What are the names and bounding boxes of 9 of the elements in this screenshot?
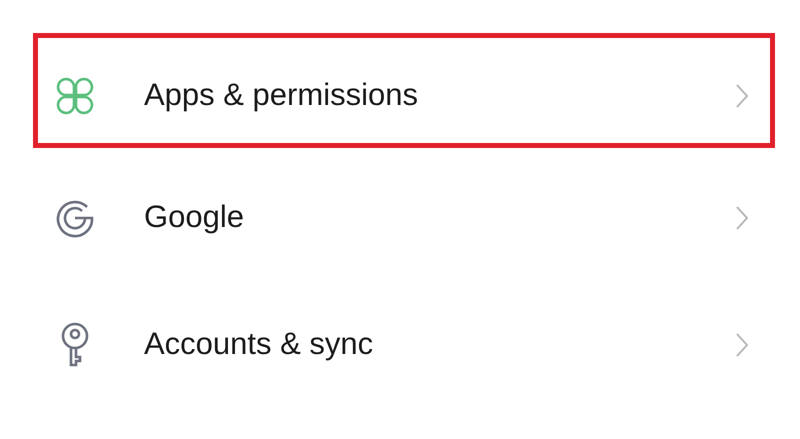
chevron-right-icon (736, 332, 748, 356)
chevron-right-icon (736, 84, 748, 108)
settings-item[interactable]: Accounts & sync (33, 287, 775, 402)
item-label: Apps & permissions (144, 76, 419, 114)
settings-item[interactable]: Google (33, 160, 775, 275)
settings-item[interactable]: Apps & permissions (33, 33, 775, 148)
item-label: Accounts & sync (144, 325, 374, 364)
item-label: Google (144, 198, 245, 236)
chevron-right-icon (736, 206, 748, 230)
